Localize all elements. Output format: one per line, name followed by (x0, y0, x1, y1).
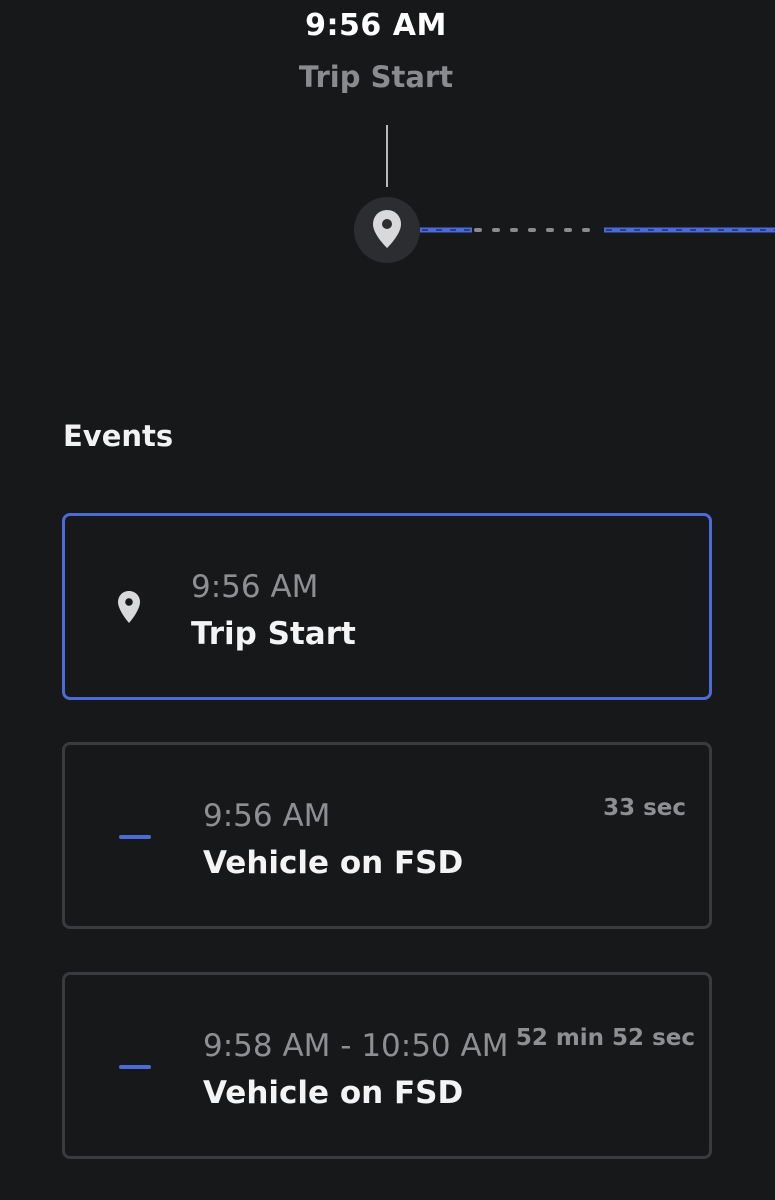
event-time: 9:56 AM (203, 798, 331, 834)
fsd-dash-icon (119, 1065, 151, 1069)
event-duration: 52 min 52 sec (515, 1025, 695, 1051)
event-title: Trip Start (191, 616, 356, 652)
event-time: 9:56 AM (191, 569, 319, 605)
events-heading: Events (63, 419, 174, 453)
event-duration: 33 sec (603, 795, 686, 821)
location-pin-icon (118, 591, 140, 623)
event-title: Vehicle on FSD (203, 1075, 464, 1111)
event-title: Vehicle on FSD (203, 845, 464, 881)
fsd-dash-icon (119, 835, 151, 839)
timeline-time: 9:56 AM (305, 8, 447, 43)
timeline-label: Trip Start (298, 60, 454, 94)
timeline-stem (386, 125, 388, 187)
trip-start-marker[interactable] (354, 197, 420, 263)
location-pin-icon (373, 210, 401, 248)
event-time: 9:58 AM - 10:50 AM (203, 1028, 509, 1064)
event-card-fsd-range[interactable]: 9:58 AM - 10:50 AM Vehicle on FSD 52 min… (62, 972, 712, 1159)
event-card-trip-start[interactable]: 9:56 AM Trip Start (62, 513, 712, 700)
timeline-track[interactable] (420, 226, 775, 234)
event-card-fsd[interactable]: 9:56 AM Vehicle on FSD 33 sec (62, 742, 712, 929)
